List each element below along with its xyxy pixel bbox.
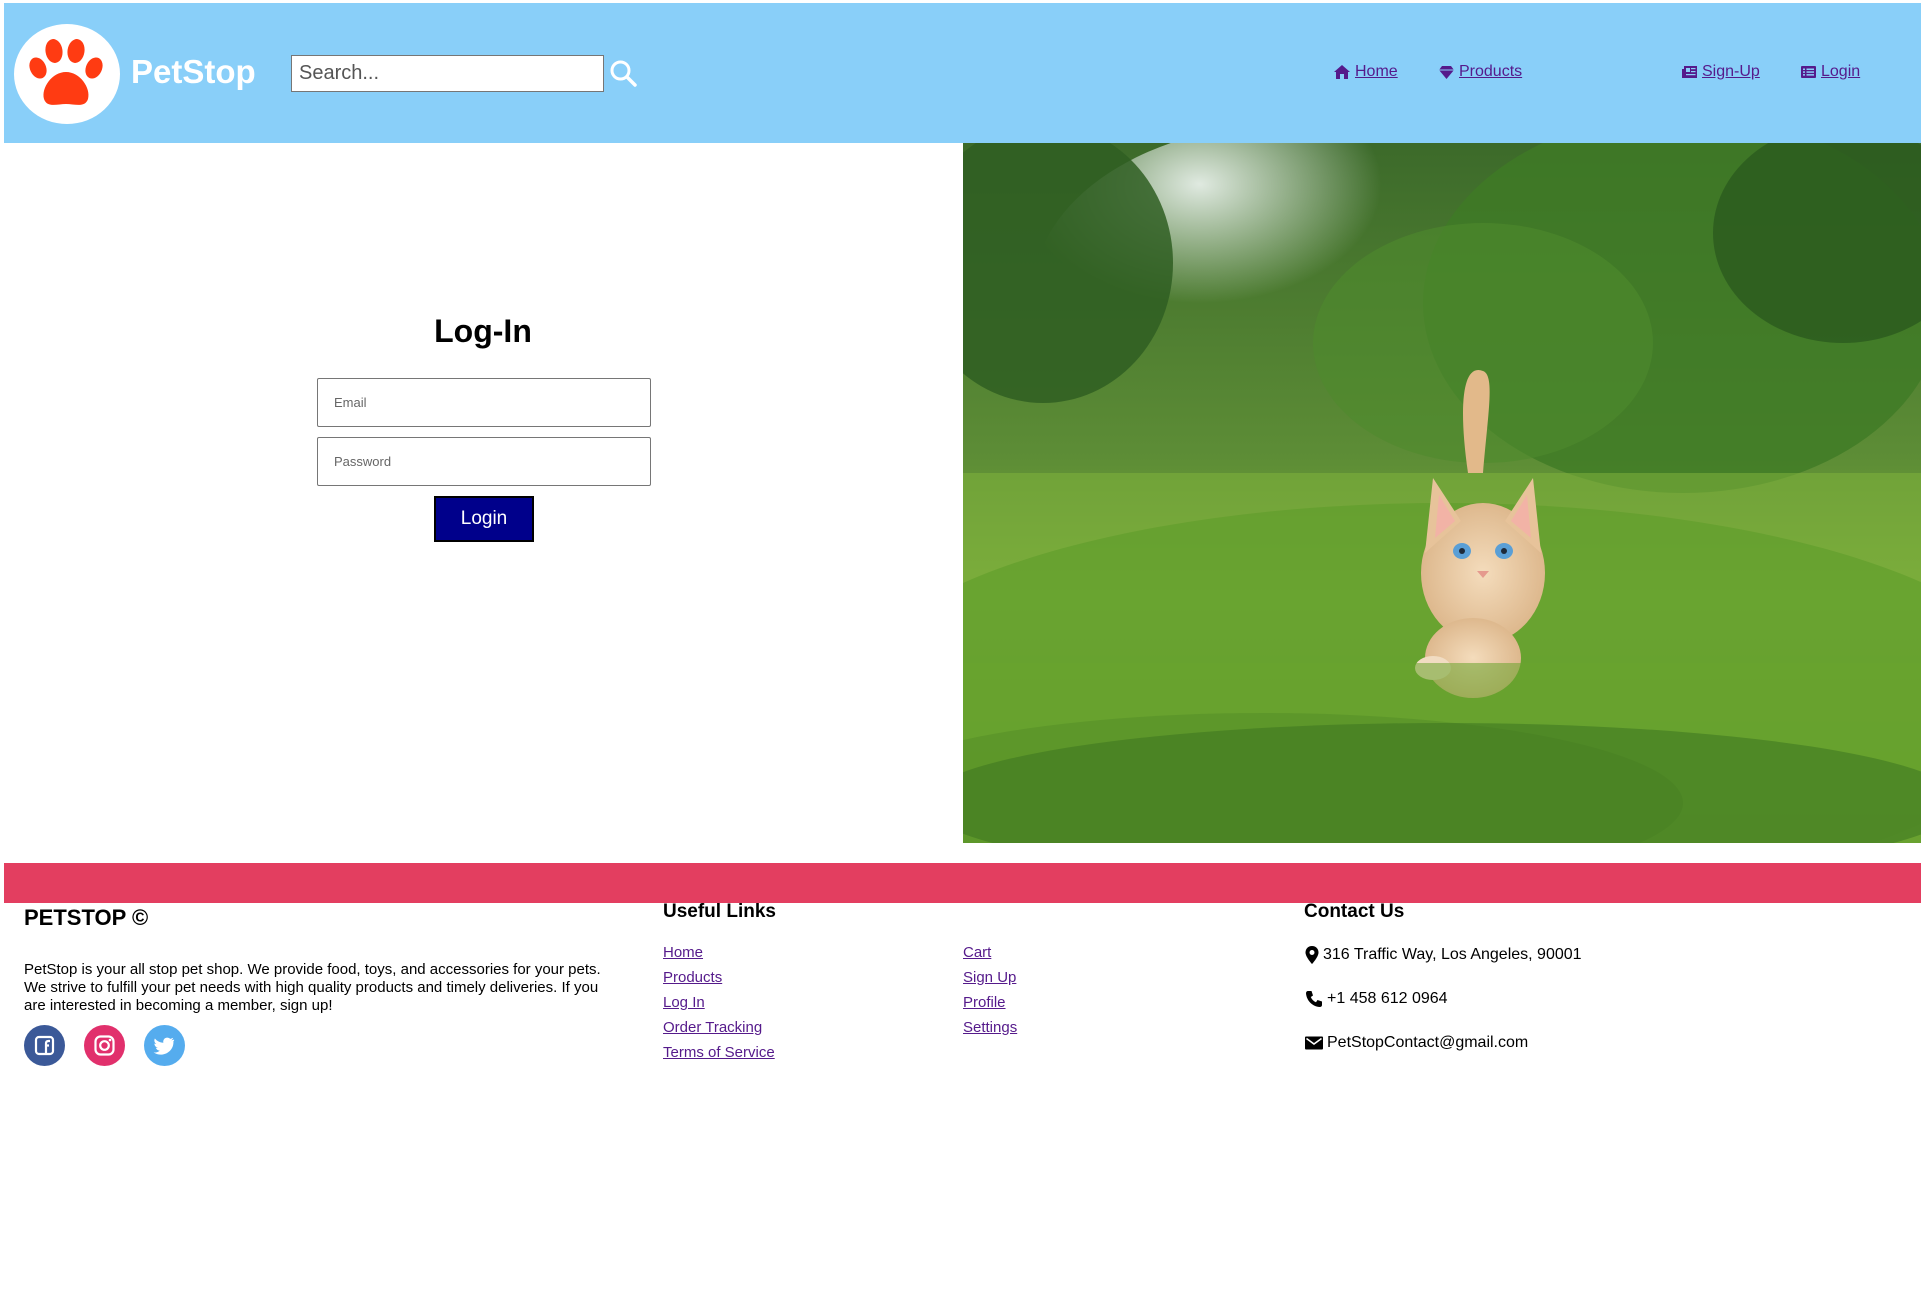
contact-title: Contact Us xyxy=(1304,901,1405,922)
footer-link-terms[interactable]: Terms of Service xyxy=(663,1043,775,1062)
contact-address: 316 Traffic Way, Los Angeles, 90001 xyxy=(1304,944,1582,966)
gem-icon xyxy=(1439,65,1454,79)
footer-link-cart[interactable]: Cart xyxy=(963,943,991,962)
footer-bar xyxy=(4,863,1921,903)
twitter-button[interactable] xyxy=(144,1025,185,1066)
mail-icon xyxy=(1305,1036,1323,1050)
footer-about-text: PetStop is your all stop pet shop. We pr… xyxy=(24,961,601,1014)
contact-email: PetStopContact@gmail.com xyxy=(1304,1032,1528,1054)
contact-address-text: 316 Traffic Way, Los Angeles, 90001 xyxy=(1323,946,1582,963)
nav-home-label: Home xyxy=(1355,63,1398,80)
search-icon xyxy=(610,60,637,87)
facebook-icon xyxy=(34,1035,55,1056)
footer-link-products[interactable]: Products xyxy=(663,968,722,987)
useful-links-title: Useful Links xyxy=(663,901,776,922)
footer-link-signup[interactable]: Sign Up xyxy=(963,968,1016,987)
footer-brand-title: PETSTOP © xyxy=(24,905,149,930)
list-icon xyxy=(1801,66,1816,78)
footer-link-profile[interactable]: Profile xyxy=(963,993,1006,1012)
twitter-icon xyxy=(153,1037,175,1055)
hero-image-kitten xyxy=(963,143,1921,843)
login-title: Log-In xyxy=(434,313,532,349)
contact-phone: +1 458 612 0964 xyxy=(1304,988,1448,1010)
nav-signup[interactable]: Sign-Up xyxy=(1681,60,1760,84)
instagram-icon xyxy=(94,1035,115,1056)
search-button[interactable] xyxy=(608,58,638,88)
login-button[interactable]: Login xyxy=(434,496,534,542)
contact-email-text: PetStopContact@gmail.com xyxy=(1327,1034,1529,1051)
footer-link-login[interactable]: Log In xyxy=(663,993,705,1012)
logo[interactable] xyxy=(14,24,120,124)
paw-icon xyxy=(29,39,103,105)
footer-link-order-tracking[interactable]: Order Tracking xyxy=(663,1018,762,1037)
brand-name[interactable]: PetStop xyxy=(131,52,256,92)
map-pin-icon xyxy=(1305,946,1319,964)
nav-login[interactable]: Login xyxy=(1800,60,1860,84)
nav-signup-label: Sign-Up xyxy=(1702,63,1760,80)
nav-home[interactable]: Home xyxy=(1333,60,1398,84)
newspaper-icon xyxy=(1682,66,1697,78)
nav-products[interactable]: Products xyxy=(1438,60,1522,84)
nav-login-label: Login xyxy=(1821,63,1861,80)
contact-phone-text: +1 458 612 0964 xyxy=(1327,990,1448,1007)
footer-link-home[interactable]: Home xyxy=(663,943,703,962)
email-field[interactable] xyxy=(317,378,651,427)
search-input[interactable] xyxy=(291,55,604,92)
home-icon xyxy=(1334,65,1350,79)
password-field[interactable] xyxy=(317,437,651,486)
phone-icon xyxy=(1306,991,1322,1007)
instagram-button[interactable] xyxy=(84,1025,125,1066)
facebook-button[interactable] xyxy=(24,1025,65,1066)
footer-link-settings[interactable]: Settings xyxy=(963,1018,1017,1037)
nav-products-label: Products xyxy=(1459,63,1523,80)
